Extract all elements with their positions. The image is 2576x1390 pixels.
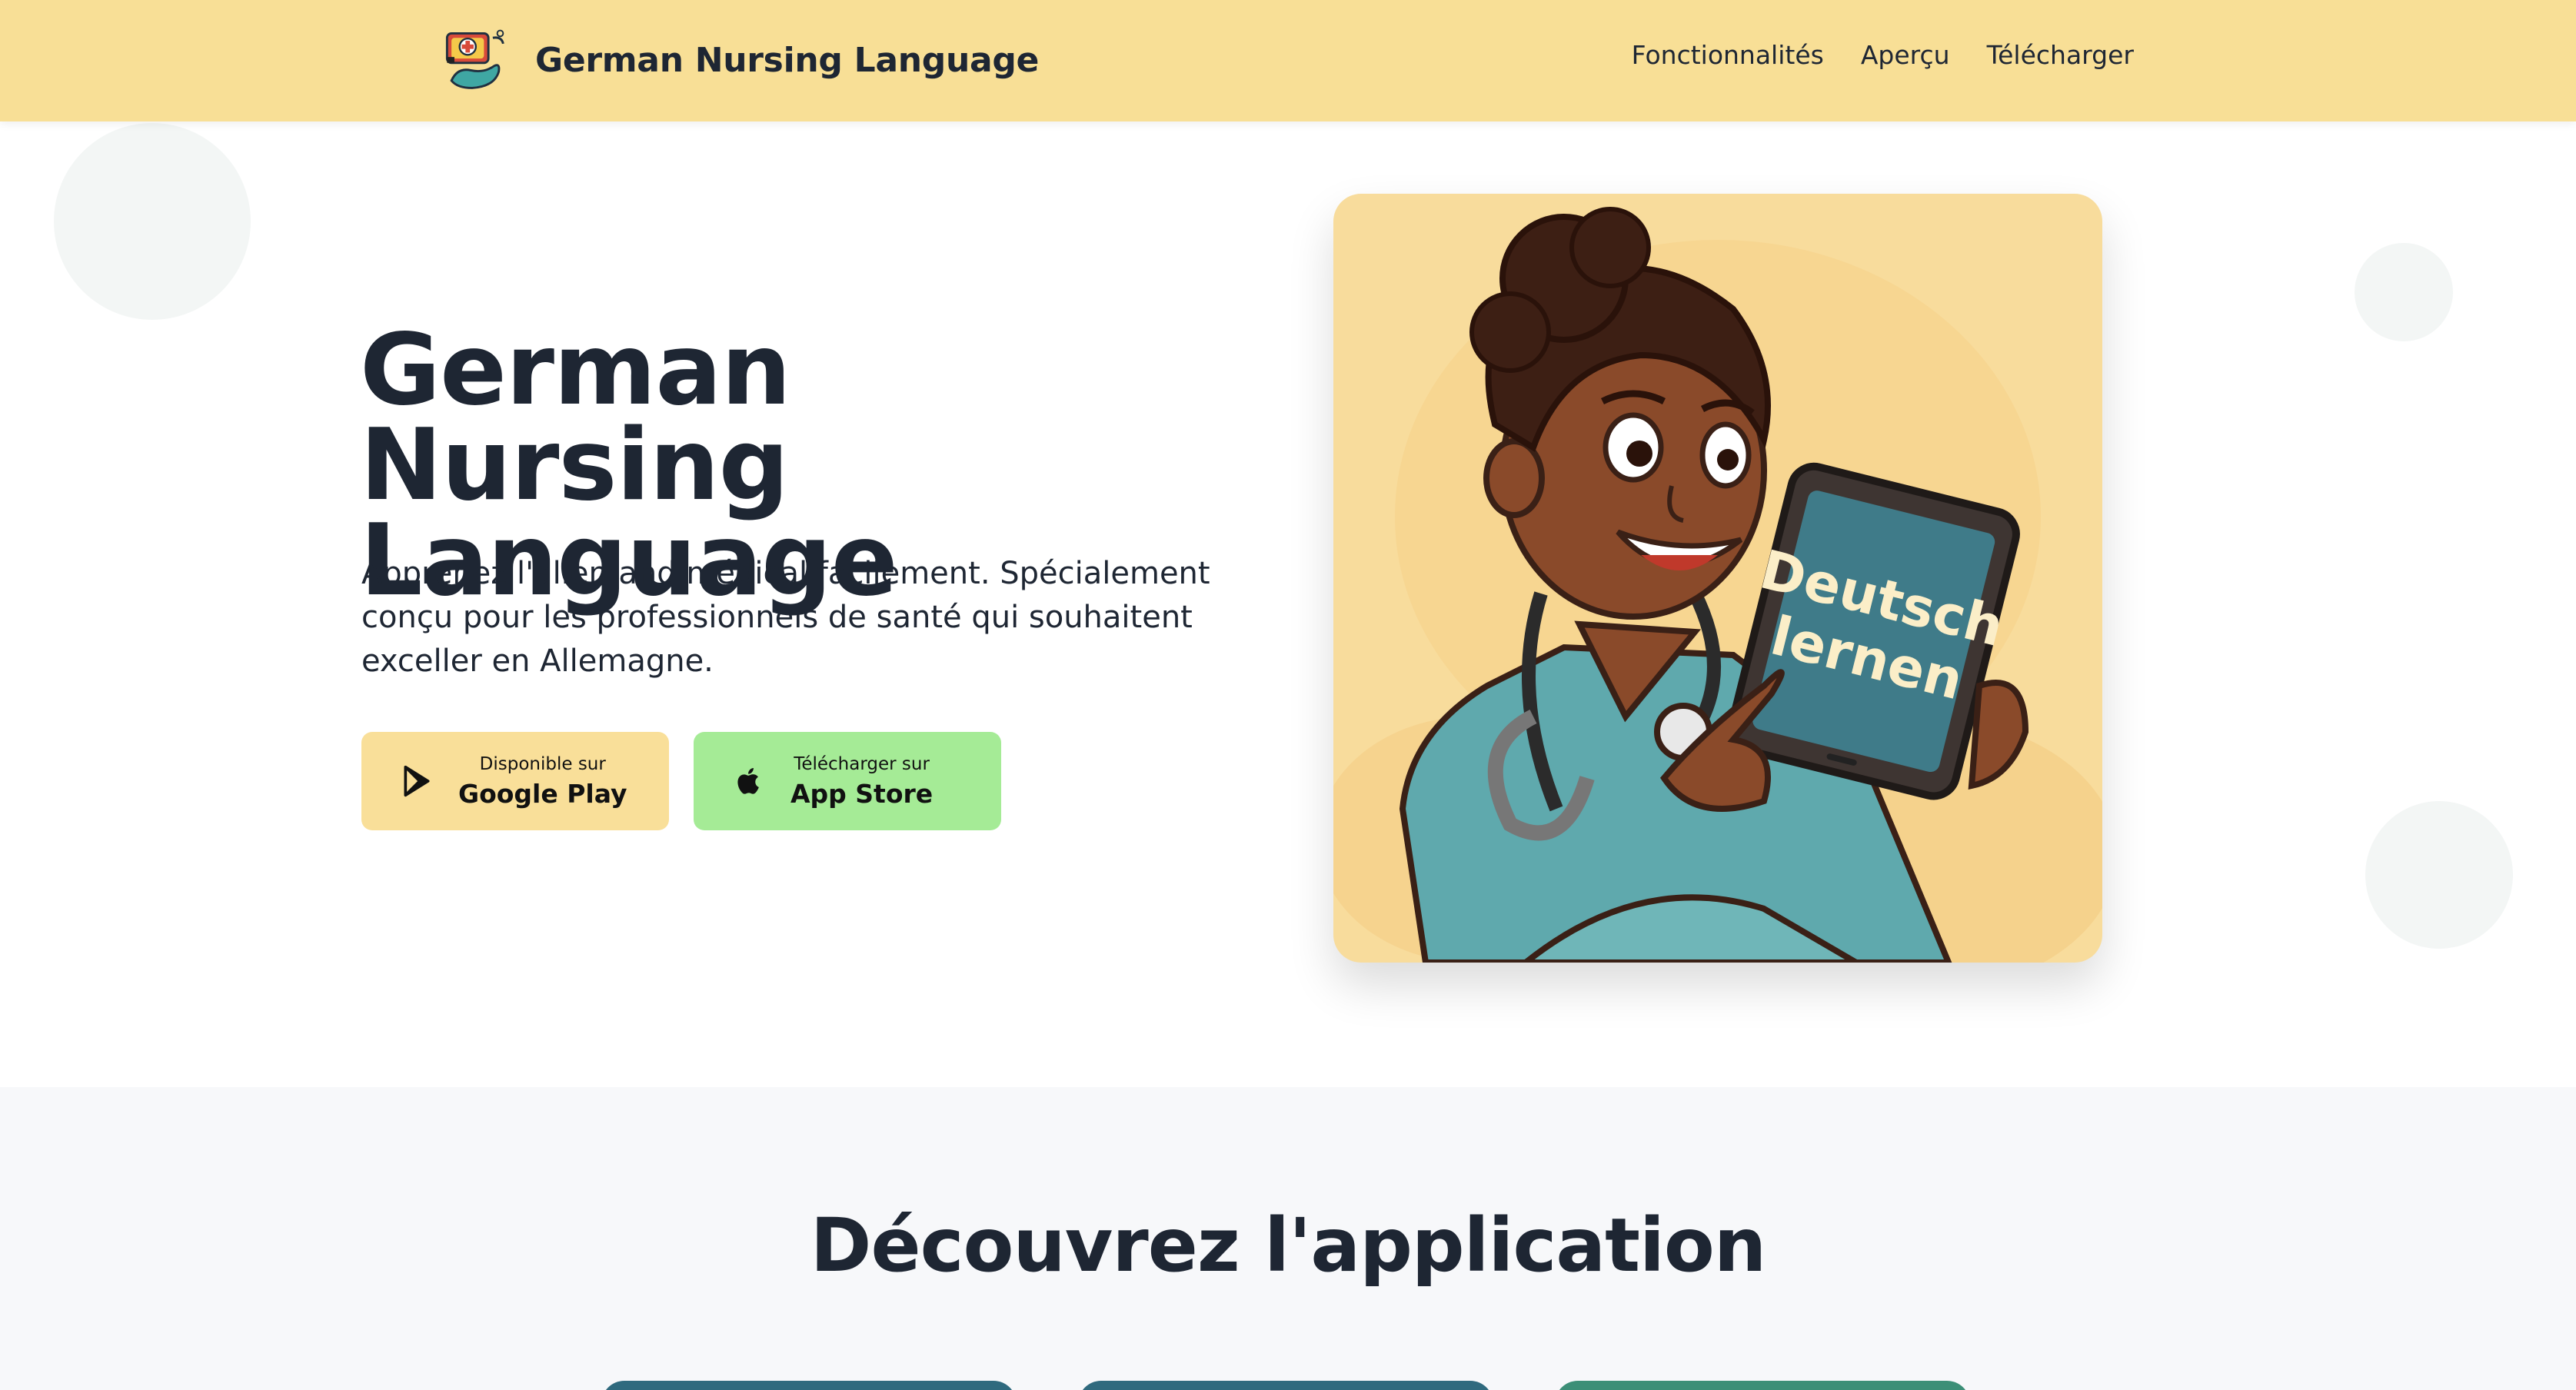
landing-page: German Nursing Language Fonctionnalités … bbox=[0, 0, 2576, 1390]
site-header: German Nursing Language Fonctionnalités … bbox=[0, 0, 2576, 121]
app-store-label: App Store bbox=[790, 778, 934, 809]
feature-card-peek bbox=[1555, 1381, 1970, 1390]
app-store-text: Télécharger sur App Store bbox=[790, 754, 933, 809]
features-section: Découvrez l'application bbox=[0, 1087, 2576, 1390]
decor-circle bbox=[2355, 243, 2453, 341]
google-play-label: Google Play bbox=[458, 778, 627, 809]
google-play-text: Disponible sur Google Play bbox=[458, 754, 627, 809]
nav-link-download[interactable]: Télécharger bbox=[1987, 40, 2134, 70]
features-title: Découvrez l'application bbox=[810, 1202, 1766, 1289]
apple-icon bbox=[737, 767, 759, 794]
google-play-icon bbox=[404, 765, 430, 797]
brand-name: German Nursing Language bbox=[535, 40, 1040, 80]
google-play-small-label: Disponible sur bbox=[479, 753, 606, 774]
decor-circle bbox=[2365, 801, 2513, 949]
hero-illustration: Deutsch lernen bbox=[1333, 194, 2102, 963]
app-logo-icon bbox=[445, 29, 504, 89]
feature-card-peek bbox=[601, 1381, 1017, 1390]
feature-card-peek bbox=[1078, 1381, 1493, 1390]
decor-circle bbox=[54, 123, 251, 320]
app-store-button[interactable]: Télécharger sur App Store bbox=[694, 732, 1001, 830]
nurse-illustration: Deutsch lernen bbox=[1333, 207, 2102, 963]
brand-link[interactable]: German Nursing Language bbox=[435, 22, 1039, 98]
google-play-button[interactable]: Disponible sur Google Play bbox=[361, 732, 669, 830]
hero-subtitle: Apprenez l'allemand médical facilement. … bbox=[361, 556, 1210, 679]
main-nav: Fonctionnalités Aperçu Télécharger bbox=[1632, 40, 2134, 70]
nav-link-features[interactable]: Fonctionnalités bbox=[1632, 40, 1824, 70]
nav-link-preview[interactable]: Aperçu bbox=[1861, 40, 1950, 70]
app-store-small-label: Télécharger sur bbox=[794, 753, 930, 774]
